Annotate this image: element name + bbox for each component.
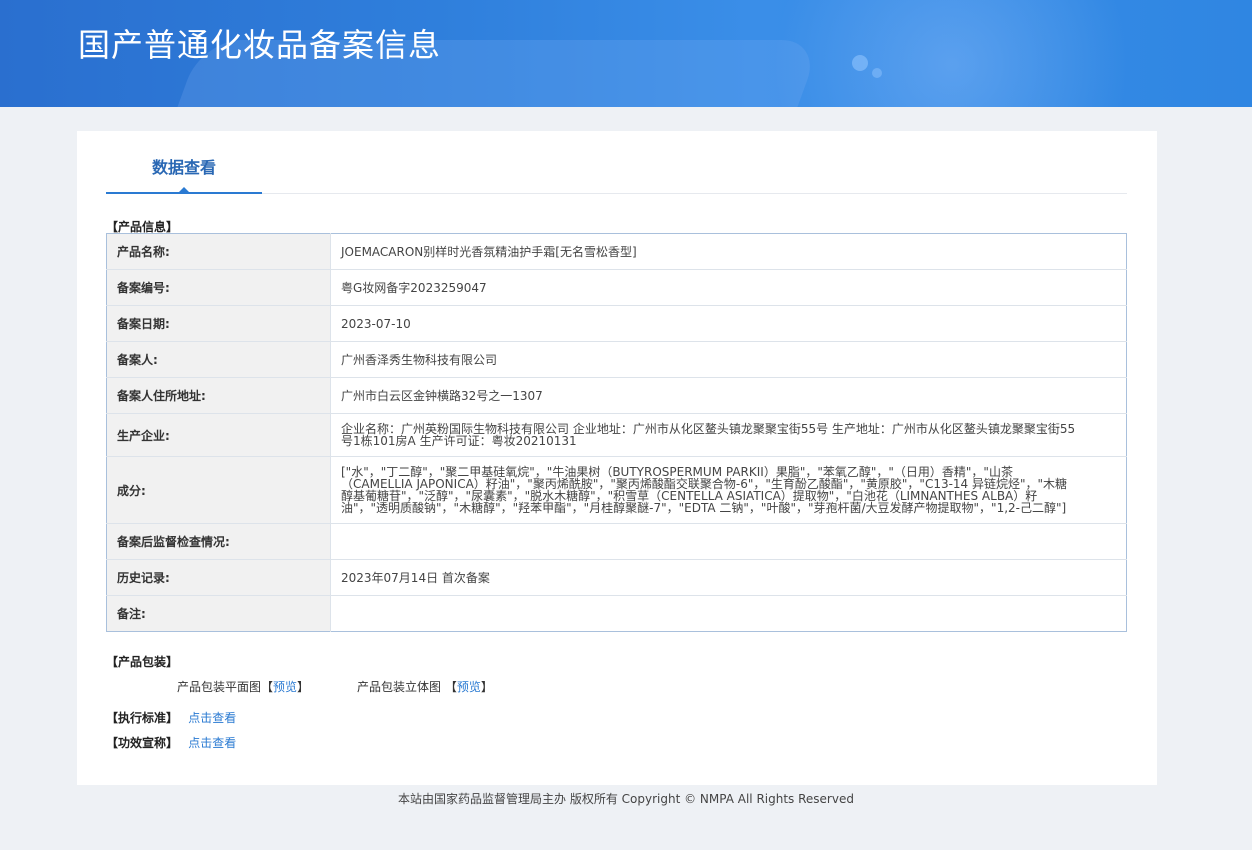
row-value: 企业名称：广州英粉国际生物科技有限公司 企业地址：广州市从化区鳌头镇龙聚聚宝街5… — [330, 413, 1127, 457]
row-value: 粤G妆网备字2023259047 — [330, 269, 1127, 306]
section-standard: 【执行标准】 点击查看 — [106, 709, 236, 726]
row-key: 生产企业: — [106, 413, 331, 457]
table-row: 历史记录: 2023年07月14日 首次备案 — [106, 559, 1127, 596]
row-key: 成分: — [106, 456, 331, 524]
row-value: 广州香泽秀生物科技有限公司 — [330, 341, 1127, 378]
packaging-flat-label: 产品包装平面图 — [177, 680, 262, 694]
table-row: 成分: ["水"，"丁二醇"，"聚二甲基硅氧烷"，"牛油果树（BUTYROSPE… — [106, 456, 1127, 524]
section-efficacy-label: 【功效宣称】 — [106, 736, 179, 750]
banner-dot — [852, 55, 868, 71]
row-value: ["水"，"丁二醇"，"聚二甲基硅氧烷"，"牛油果树（BUTYROSPERMUM… — [330, 456, 1127, 524]
section-packaging-label: 【产品包装】 — [106, 655, 179, 669]
packaging-flat-item: 产品包装平面图【预览】 — [177, 678, 309, 695]
table-row: 备案后监督检查情况: — [106, 523, 1127, 560]
table-row: 备案人住所地址: 广州市白云区金钟横路32号之一1307 — [106, 377, 1127, 414]
bracket-close: 】 — [480, 680, 493, 694]
row-value: 2023年07月14日 首次备案 — [330, 559, 1127, 596]
table-row: 产品名称: JOEMACARON别样时光香氛精油护手霜[无名雪松香型] — [106, 233, 1127, 270]
row-value: 广州市白云区金钟横路32号之一1307 — [330, 377, 1127, 414]
footer-copyright: 本站由国家药品监督管理局主办 版权所有 Copyright © NMPA All… — [398, 792, 854, 806]
bracket-open: 【 — [261, 680, 274, 694]
table-row: 备案人: 广州香泽秀生物科技有限公司 — [106, 341, 1127, 378]
section-efficacy: 【功效宣称】 点击查看 — [106, 734, 236, 751]
standard-view-link[interactable]: 点击查看 — [188, 711, 236, 725]
table-row: 备案编号: 粤G妆网备字2023259047 — [106, 269, 1127, 306]
row-key: 产品名称: — [106, 233, 331, 270]
table-row: 生产企业: 企业名称：广州英粉国际生物科技有限公司 企业地址：广州市从化区鳌头镇… — [106, 413, 1127, 457]
table-row: 备注: — [106, 595, 1127, 632]
packaging-flat-preview-link[interactable]: 预览 — [273, 680, 297, 694]
bracket-close: 】 — [297, 680, 310, 694]
tab-bar: 数据查看 — [106, 157, 1127, 194]
header-banner: 国产普通化妆品备案信息 — [0, 0, 1252, 107]
row-value — [330, 523, 1127, 560]
product-info-table: 产品名称: JOEMACARON别样时光香氛精油护手霜[无名雪松香型] 备案编号… — [106, 233, 1127, 632]
content-card: 数据查看 【产品信息】 产品名称: JOEMACARON别样时光香氛精油护手霜[… — [77, 131, 1157, 785]
row-key: 历史记录: — [106, 559, 331, 596]
row-key: 备案日期: — [106, 305, 331, 342]
packaging-cube-preview-link[interactable]: 预览 — [457, 680, 481, 694]
bracket-open: 【 — [444, 680, 457, 694]
row-value: JOEMACARON别样时光香氛精油护手霜[无名雪松香型] — [341, 244, 637, 259]
tab-active-caret-icon — [178, 187, 190, 193]
page-title: 国产普通化妆品备案信息 — [78, 26, 442, 64]
packaging-cube-label: 产品包装立体图 — [357, 680, 442, 694]
packaging-cube-item: 产品包装立体图 【预览】 — [357, 678, 493, 695]
banner-dot — [872, 68, 882, 78]
section-standard-label: 【执行标准】 — [106, 711, 179, 725]
row-key: 备案编号: — [106, 269, 331, 306]
row-key: 备案人: — [106, 341, 331, 378]
row-value: 2023-07-10 — [330, 305, 1127, 342]
row-value — [330, 595, 1127, 632]
row-key: 备案人住所地址: — [106, 377, 331, 414]
table-row: 备案日期: 2023-07-10 — [106, 305, 1127, 342]
row-key: 备案后监督检查情况: — [106, 523, 331, 560]
banner-glow — [760, 0, 1240, 107]
efficacy-view-link[interactable]: 点击查看 — [188, 736, 236, 750]
row-key: 备注: — [106, 595, 331, 632]
